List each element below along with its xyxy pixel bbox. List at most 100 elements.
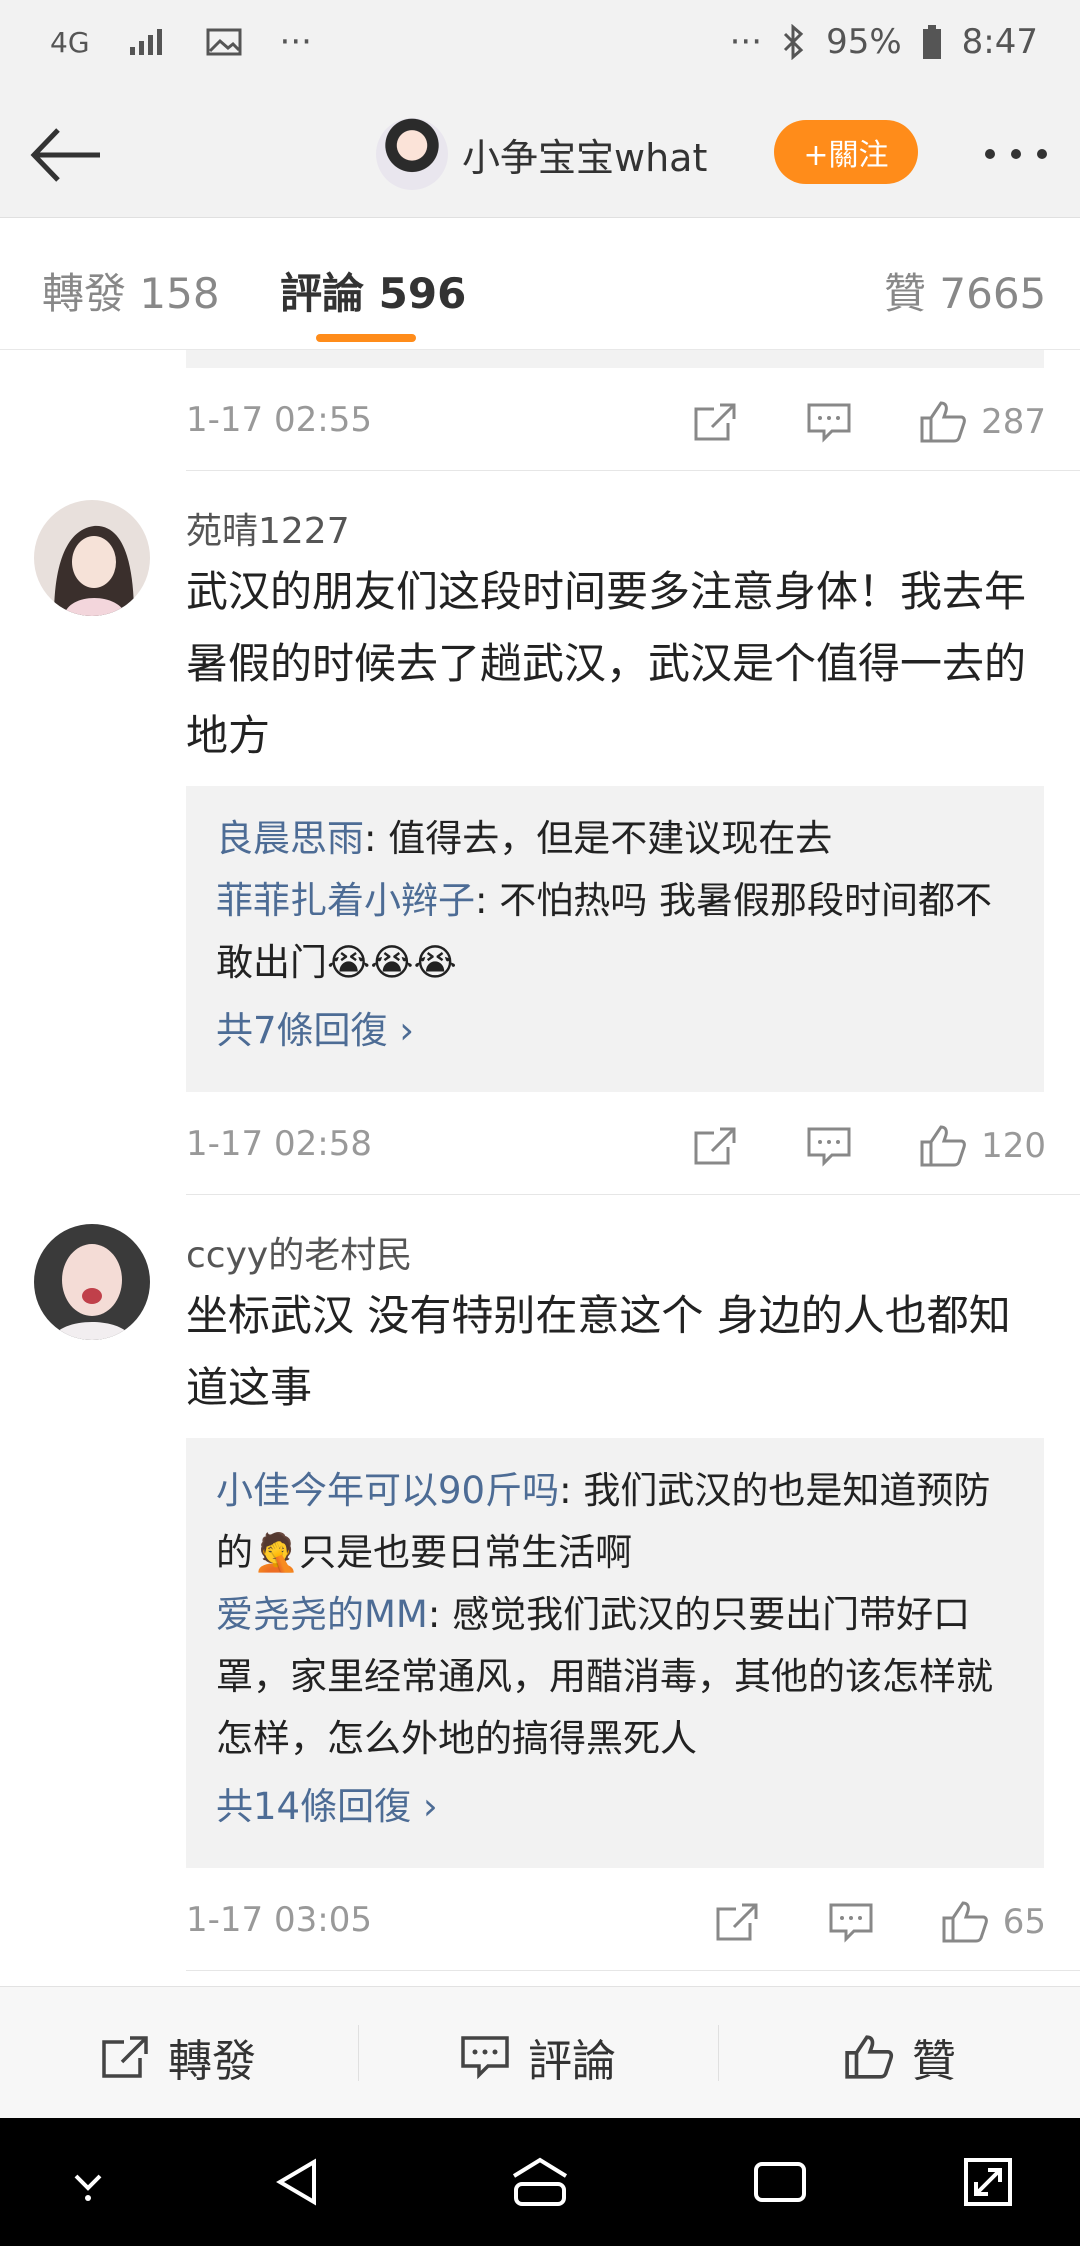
comment-action-button[interactable]: 評論 [460,2025,616,2089]
system-nav-bar [0,2118,1080,2246]
nav-back-button[interactable] [270,2154,326,2214]
comment-time: 1-17 02:58 [186,1124,372,1164]
reply-text: : 值得去，但是不建议现在去 [364,817,833,860]
tab-count: 596 [378,269,467,318]
comment-icon [829,1903,873,1943]
share-icon [694,403,736,441]
avatar[interactable] [34,500,150,616]
tab-count: 158 [139,269,220,318]
follow-button[interactable]: +關注 [774,120,918,184]
like-count: 65 [1002,1902,1046,1942]
comment-icon [807,403,851,443]
like-button[interactable] [935,1892,995,1952]
share-icon [102,2036,148,2078]
avatar[interactable] [376,118,448,190]
expand-icon [964,2158,1012,2206]
action-separator [718,2025,719,2081]
comment-meta: 1-17 02:55 287 [186,392,1046,452]
battery-percent: 95% [826,22,902,62]
header-user[interactable]: 小争宝宝what [376,118,707,190]
avatar-image [34,500,150,616]
notification-dots: ··· [279,22,312,62]
tab-comments[interactable]: 評論 596 [280,260,466,321]
thumbs-up-icon [845,2035,894,2079]
tab-likes[interactable]: 贊 7665 [884,260,1046,321]
nav-home-button[interactable] [510,2154,570,2214]
hide-keyboard-button[interactable] [60,2154,116,2214]
nav-recents-button[interactable] [752,2154,808,2214]
active-tab-indicator [316,334,416,342]
comment-user-name[interactable]: 苑晴1227 [186,502,350,554]
like-button[interactable] [913,1116,973,1176]
tab-label: 轉發 [42,269,127,318]
more-replies-link[interactable]: 共14條回復 › [216,1776,1014,1838]
back-button[interactable] [28,120,102,190]
comment-text: 武汉的朋友们这段时间要多注意身体！我去年暑假的时候去了趟武汉，武汉是个值得一去的… [186,567,1027,760]
chevron-down-icon [74,2174,102,2201]
share-button[interactable] [685,392,745,452]
share-icon [716,1903,758,1941]
status-bar: 4G ··· ··· 95% 8:47 [0,0,1080,90]
reply-user-name[interactable]: 爱尧尧的MM [216,1593,428,1636]
reply-item: 爱尧尧的MM: 感觉我们武汉的只要出门带好口罩，家里经常通风，用醋消毒，其他的该… [216,1584,1014,1770]
divider [186,1194,1080,1195]
reply-button[interactable] [799,392,859,452]
signal-icon [129,29,162,55]
reply-button[interactable] [821,1892,881,1952]
like-count: 287 [981,402,1046,442]
comment-meta: 1-17 03:05 65 [186,1892,1046,1952]
action-separator [358,2025,359,2081]
like-button[interactable] [913,392,973,452]
gallery-icon [206,28,242,56]
bluetooth-icon [784,24,804,60]
tab-count: 7665 [939,269,1047,318]
more-dot-icon [1037,149,1047,159]
more-replies-link[interactable]: 共7條回復 › [216,1000,1014,1062]
back-arrow-icon [30,128,100,182]
repost-action-button[interactable]: 轉發 [100,2025,256,2089]
reply-user-name[interactable]: 小佳今年可以90斤吗 [216,1469,559,1512]
tab-label: 贊 [884,269,927,318]
share-icon [694,1127,736,1165]
share-button[interactable] [685,1116,745,1176]
nav-expand-button[interactable] [960,2154,1016,2214]
clock: 8:47 [961,22,1038,62]
battery-icon [922,25,941,59]
reply-preview-box[interactable]: 良晨思雨: 值得去，但是不建议现在去 菲菲扎着小辫子: 不怕热吗 我暑假那段时间… [186,786,1044,1092]
thumbs-up-icon [920,401,966,443]
comment-text: 坐标武汉 没有特别在意这个 身边的人也都知道这事 [186,1291,1011,1412]
recents-icon [754,2162,806,2202]
reply-button[interactable] [799,1116,859,1176]
more-dot-icon [1011,149,1021,159]
thumbs-up-icon [942,1901,988,1943]
thumbs-up-icon [920,1125,966,1167]
home-icon [512,2157,568,2206]
reply-user-name[interactable]: 菲菲扎着小辫子 [216,879,475,922]
more-options-button[interactable] [976,134,1056,174]
avatar-image [34,1224,150,1340]
header-user-name[interactable]: 小争宝宝what [462,127,707,182]
comment-time: 1-17 03:05 [186,1900,372,1940]
app-header: 小争宝宝what +關注 [0,90,1080,218]
like-action-button[interactable]: 贊 [844,2025,956,2089]
more-dot-icon [985,149,995,159]
tab-bar: 轉發 158 評論 596 贊 7665 [0,218,1080,350]
like-count: 120 [981,1126,1046,1166]
repost-action-label: 轉發 [168,2036,256,2087]
tab-repost[interactable]: 轉發 158 [42,260,220,321]
divider [186,1970,1080,1971]
comment-time: 1-17 02:55 [186,400,372,440]
avatar[interactable] [34,1224,150,1340]
reply-item: 良晨思雨: 值得去，但是不建议现在去 [216,808,1014,870]
reply-item: 菲菲扎着小辫子: 不怕热吗 我暑假那段时间都不敢出门😭😭😭 [216,870,1014,994]
reply-user-name[interactable]: 良晨思雨 [216,817,364,860]
reply-preview-box[interactable]: 小佳今年可以90斤吗: 我们武汉的也是知道预防的🤦只是也要日常生活啊 爱尧尧的M… [186,1438,1044,1868]
share-button[interactable] [707,1892,767,1952]
back-triangle-icon [276,2158,316,2206]
like-action-label: 贊 [912,2036,956,2087]
network-type: 4G [50,25,90,59]
comment-icon [461,2036,509,2080]
comment-user-name[interactable]: ccyy的老村民 [186,1226,412,1278]
divider [186,470,1080,471]
notification-dots-right: ··· [729,22,763,62]
